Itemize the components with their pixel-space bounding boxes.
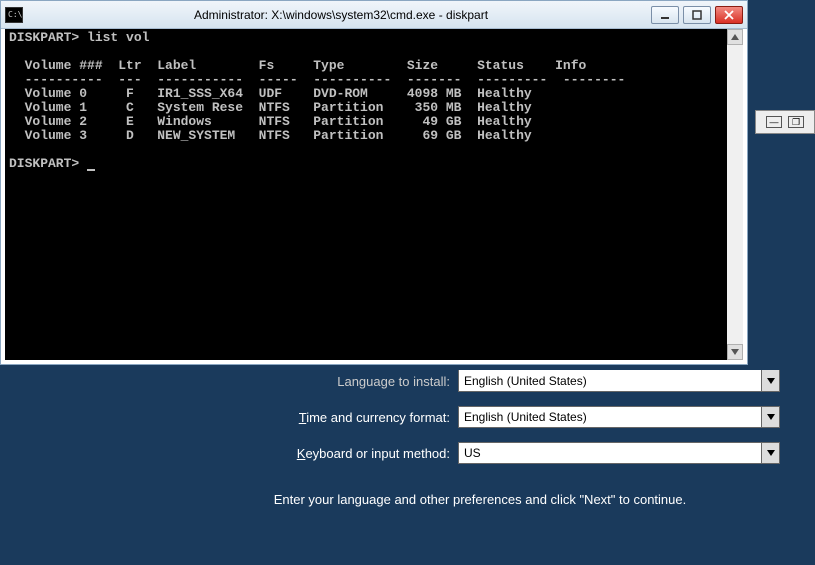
scroll-down-icon[interactable] — [727, 344, 743, 360]
dropdown-arrow-icon[interactable] — [761, 443, 779, 463]
window-buttons — [651, 6, 743, 24]
bg-restore-icon[interactable]: ❐ — [788, 116, 804, 128]
language-value: English (United States) — [459, 374, 761, 388]
bg-minimize-icon[interactable]: — — [766, 116, 782, 128]
keyboard-label: Keyboard or input method: — [180, 446, 450, 461]
language-label: Language to install: — [180, 374, 450, 389]
cmd-icon: C:\ — [5, 7, 23, 23]
language-combobox[interactable]: English (United States) — [458, 370, 780, 392]
windows-setup-form: Language to install: English (United Sta… — [180, 370, 780, 507]
minimize-button[interactable] — [651, 6, 679, 24]
scroll-up-icon[interactable] — [727, 29, 743, 45]
time-currency-value: English (United States) — [459, 410, 761, 424]
setup-hint-text: Enter your language and other preference… — [180, 492, 780, 507]
dropdown-arrow-icon[interactable] — [761, 407, 779, 427]
maximize-button[interactable] — [683, 6, 711, 24]
window-title: Administrator: X:\windows\system32\cmd.e… — [31, 8, 651, 22]
keyboard-value: US — [459, 446, 761, 460]
cmd-window: C:\ Administrator: X:\windows\system32\c… — [0, 0, 748, 365]
time-currency-row: Time and currency format: English (Unite… — [180, 406, 780, 428]
bg-window-caption-buttons: — ❐ — [755, 110, 815, 134]
keyboard-combobox[interactable]: US — [458, 442, 780, 464]
scroll-track[interactable] — [727, 45, 743, 344]
time-currency-combobox[interactable]: English (United States) — [458, 406, 780, 428]
language-row: Language to install: English (United Sta… — [180, 370, 780, 392]
close-button[interactable] — [715, 6, 743, 24]
time-currency-label: Time and currency format: — [180, 410, 450, 425]
cmd-output-area[interactable]: DISKPART> list vol Volume ### Ltr Label … — [5, 29, 743, 360]
cmd-scrollbar[interactable] — [727, 29, 743, 360]
keyboard-row: Keyboard or input method: US — [180, 442, 780, 464]
dropdown-arrow-icon[interactable] — [761, 370, 779, 391]
cursor — [87, 169, 95, 171]
cmd-titlebar[interactable]: C:\ Administrator: X:\windows\system32\c… — [1, 1, 747, 29]
